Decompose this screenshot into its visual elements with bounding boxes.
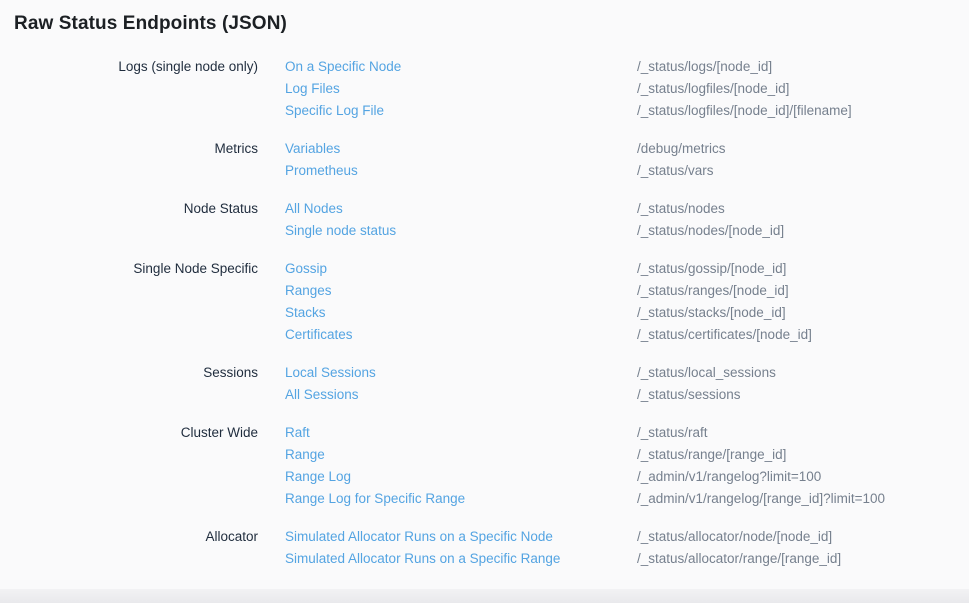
endpoint-url: /_status/allocator/node/[node_id]: [637, 526, 832, 548]
endpoint-group: Allocator Simulated Allocator Runs on a …: [0, 526, 969, 570]
endpoint-row: Simulated Allocator Runs on a Specific N…: [285, 526, 969, 548]
endpoint-row: Raft /_status/raft: [285, 422, 969, 444]
endpoint-link[interactable]: Simulated Allocator Runs on a Specific N…: [285, 526, 637, 548]
endpoint-url: /_status/stacks/[node_id]: [637, 302, 786, 324]
endpoint-url: /_status/raft: [637, 422, 708, 444]
endpoint-row: Gossip /_status/gossip/[node_id]: [285, 258, 969, 280]
endpoint-url: /_admin/v1/rangelog?limit=100: [637, 466, 821, 488]
endpoint-url: /_status/sessions: [637, 384, 741, 406]
endpoint-group: Node Status All Nodes /_status/nodes Sin…: [0, 198, 969, 242]
endpoint-row: All Nodes /_status/nodes: [285, 198, 969, 220]
endpoint-category: Logs (single node only): [0, 56, 258, 78]
endpoint-group: Cluster Wide Raft /_status/raft Range /_…: [0, 422, 969, 510]
endpoint-category: Node Status: [0, 198, 258, 220]
endpoint-rows: Local Sessions /_status/local_sessions A…: [285, 362, 969, 406]
endpoint-url: /_status/nodes: [637, 198, 725, 220]
endpoint-category: Metrics: [0, 138, 258, 160]
page-title: Raw Status Endpoints (JSON): [14, 13, 287, 35]
footer-band: [0, 589, 969, 603]
endpoint-group: Metrics Variables /debug/metrics Prometh…: [0, 138, 969, 182]
endpoint-link[interactable]: Simulated Allocator Runs on a Specific R…: [285, 548, 637, 570]
endpoint-url: /_status/logfiles/[node_id]/[filename]: [637, 100, 852, 122]
endpoint-category: Allocator: [0, 526, 258, 548]
endpoint-link[interactable]: Ranges: [285, 280, 637, 302]
endpoint-rows: All Nodes /_status/nodes Single node sta…: [285, 198, 969, 242]
endpoint-url: /_admin/v1/rangelog/[range_id]?limit=100: [637, 488, 885, 510]
endpoint-row: Stacks /_status/stacks/[node_id]: [285, 302, 969, 324]
endpoint-row: Specific Log File /_status/logfiles/[nod…: [285, 100, 969, 122]
endpoint-row: Range /_status/range/[range_id]: [285, 444, 969, 466]
endpoint-row: Ranges /_status/ranges/[node_id]: [285, 280, 969, 302]
endpoint-row: Range Log for Specific Range /_admin/v1/…: [285, 488, 969, 510]
endpoint-url: /_status/ranges/[node_id]: [637, 280, 789, 302]
endpoint-url: /_status/gossip/[node_id]: [637, 258, 786, 280]
endpoint-table: Logs (single node only) On a Specific No…: [0, 56, 969, 586]
endpoint-row: Local Sessions /_status/local_sessions: [285, 362, 969, 384]
endpoint-rows: Simulated Allocator Runs on a Specific N…: [285, 526, 969, 570]
endpoint-link[interactable]: Range: [285, 444, 637, 466]
endpoint-link[interactable]: Range Log: [285, 466, 637, 488]
endpoint-link[interactable]: Raft: [285, 422, 637, 444]
endpoint-link[interactable]: On a Specific Node: [285, 56, 637, 78]
endpoint-row: On a Specific Node /_status/logs/[node_i…: [285, 56, 969, 78]
endpoint-url: /_status/logfiles/[node_id]: [637, 78, 789, 100]
endpoint-url: /_status/allocator/range/[range_id]: [637, 548, 841, 570]
endpoint-link[interactable]: Single node status: [285, 220, 637, 242]
endpoint-group: Single Node Specific Gossip /_status/gos…: [0, 258, 969, 346]
endpoint-row: Single node status /_status/nodes/[node_…: [285, 220, 969, 242]
endpoint-row: Simulated Allocator Runs on a Specific R…: [285, 548, 969, 570]
endpoint-rows: Variables /debug/metrics Prometheus /_st…: [285, 138, 969, 182]
endpoint-row: Prometheus /_status/vars: [285, 160, 969, 182]
endpoint-category: Sessions: [0, 362, 258, 384]
endpoint-link[interactable]: Local Sessions: [285, 362, 637, 384]
endpoint-link[interactable]: Log Files: [285, 78, 637, 100]
endpoint-url: /_status/vars: [637, 160, 714, 182]
endpoint-link[interactable]: Specific Log File: [285, 100, 637, 122]
endpoint-row: All Sessions /_status/sessions: [285, 384, 969, 406]
endpoint-url: /_status/local_sessions: [637, 362, 776, 384]
endpoint-url: /_status/logs/[node_id]: [637, 56, 772, 78]
endpoint-link[interactable]: Prometheus: [285, 160, 637, 182]
endpoint-link[interactable]: Gossip: [285, 258, 637, 280]
endpoint-row: Certificates /_status/certificates/[node…: [285, 324, 969, 346]
endpoint-row: Log Files /_status/logfiles/[node_id]: [285, 78, 969, 100]
endpoint-rows: Gossip /_status/gossip/[node_id] Ranges …: [285, 258, 969, 346]
endpoint-rows: On a Specific Node /_status/logs/[node_i…: [285, 56, 969, 122]
endpoint-link[interactable]: Certificates: [285, 324, 637, 346]
endpoint-rows: Raft /_status/raft Range /_status/range/…: [285, 422, 969, 510]
endpoint-link[interactable]: All Sessions: [285, 384, 637, 406]
endpoint-category: Cluster Wide: [0, 422, 258, 444]
endpoint-link[interactable]: All Nodes: [285, 198, 637, 220]
endpoint-row: Variables /debug/metrics: [285, 138, 969, 160]
endpoint-group: Logs (single node only) On a Specific No…: [0, 56, 969, 122]
endpoint-category: Single Node Specific: [0, 258, 258, 280]
endpoint-url: /_status/certificates/[node_id]: [637, 324, 812, 346]
endpoint-link[interactable]: Stacks: [285, 302, 637, 324]
endpoint-group: Sessions Local Sessions /_status/local_s…: [0, 362, 969, 406]
endpoint-url: /_status/range/[range_id]: [637, 444, 786, 466]
endpoint-url: /debug/metrics: [637, 138, 726, 160]
endpoint-url: /_status/nodes/[node_id]: [637, 220, 784, 242]
endpoint-row: Range Log /_admin/v1/rangelog?limit=100: [285, 466, 969, 488]
endpoint-link[interactable]: Variables: [285, 138, 637, 160]
endpoint-link[interactable]: Range Log for Specific Range: [285, 488, 637, 510]
